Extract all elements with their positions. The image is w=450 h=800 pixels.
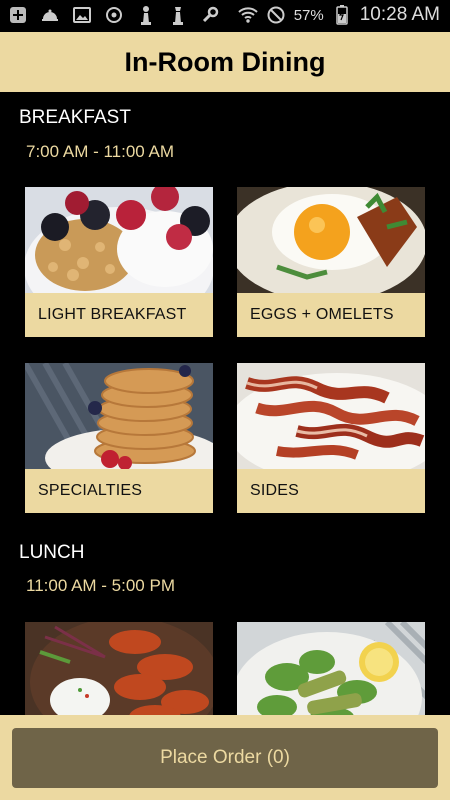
lunch-salad-image	[237, 622, 425, 715]
image-icon	[72, 5, 92, 25]
clock: 10:28 AM	[359, 4, 440, 25]
sides-image	[237, 363, 425, 469]
wifi-icon	[237, 5, 258, 25]
system-status: 57% 10:28 AM	[237, 4, 440, 26]
menu-card-light-breakfast[interactable]: LIGHT BREAKFAST	[25, 187, 213, 337]
eggs-omelets-image	[237, 187, 425, 293]
menu-card-label: LIGHT BREAKFAST	[25, 293, 213, 337]
specialties-image	[25, 363, 213, 469]
status-bar: 57% 10:28 AM	[0, 0, 450, 32]
do-not-disturb-icon	[266, 5, 286, 25]
light-breakfast-image	[25, 187, 213, 293]
menu-card-label: EGGS + OMELETS	[237, 293, 425, 337]
notification-icons	[8, 5, 220, 25]
menu-card-sides[interactable]: SIDES	[237, 363, 425, 513]
room-service-bell-icon	[40, 5, 60, 25]
footer-bar: Place Order (0)	[0, 715, 450, 800]
lunch-wings-image	[25, 622, 213, 715]
wrench-icon	[200, 5, 220, 25]
section-title-breakfast: BREAKFAST	[19, 107, 131, 128]
chess-piece-icon	[168, 5, 188, 25]
battery-charging-icon	[332, 5, 352, 25]
section-hours-lunch: 11:00 AM - 5:00 PM	[26, 576, 175, 595]
menu-card-label: SPECIALTIES	[25, 469, 213, 513]
chess-pawn-icon	[136, 5, 156, 25]
menu-card-label: SIDES	[237, 469, 425, 513]
section-hours-breakfast: 7:00 AM - 11:00 AM	[26, 142, 175, 161]
menu-list[interactable]: BREAKFAST 7:00 AM - 11:00 AM LIGHT BREAK…	[0, 92, 450, 715]
menu-card-lunch-1[interactable]	[25, 622, 213, 715]
add-icon	[8, 5, 28, 25]
menu-card-eggs-omelets[interactable]: EGGS + OMELETS	[237, 187, 425, 337]
section-title-lunch: LUNCH	[19, 542, 85, 563]
menu-card-specialties[interactable]: SPECIALTIES	[25, 363, 213, 513]
place-order-button[interactable]: Place Order (0)	[12, 728, 438, 788]
page-title: In-Room Dining	[124, 46, 326, 77]
app-header: In-Room Dining	[0, 32, 450, 92]
menu-card-lunch-2[interactable]	[237, 622, 425, 715]
sync-icon	[104, 5, 124, 25]
battery-percent: 57%	[293, 6, 324, 24]
